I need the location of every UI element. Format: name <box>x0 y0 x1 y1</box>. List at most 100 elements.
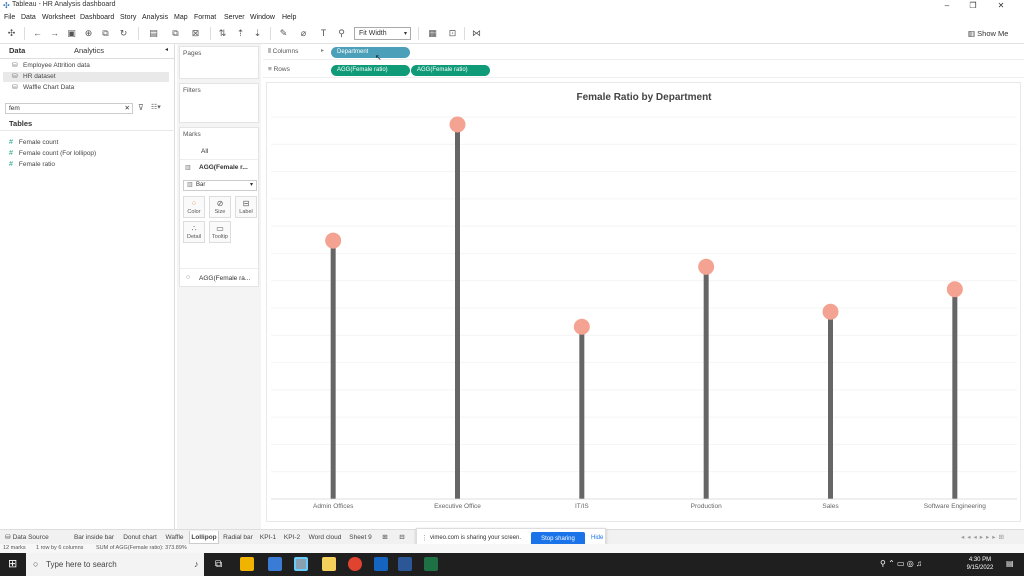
highlight-icon[interactable]: ✎ <box>278 28 289 39</box>
new-worksheet-tab-icon[interactable]: ⊞ <box>379 531 391 544</box>
columns-shelf[interactable]: ⦀ Columns ▸ Department ↖ <box>263 44 1024 62</box>
datasource-hr-dataset[interactable]: ⛁ HR dataset <box>3 72 169 82</box>
fit-select[interactable]: Fit Width ▾ <box>354 27 411 40</box>
tab-bar-inside-bar[interactable]: Bar inside bar <box>70 531 118 544</box>
detail-button[interactable]: ∴ Detail <box>183 221 205 243</box>
tab-data-source[interactable]: ⛁ Data Source <box>3 531 51 544</box>
tab-waffle[interactable]: Waffle <box>162 531 187 544</box>
department-pill[interactable]: Department <box>331 47 410 58</box>
field-female-count-lollipop[interactable]: # Female count (For lollipop) <box>9 150 96 157</box>
tab-lollipop[interactable]: Lollipop <box>189 531 219 544</box>
tab-sheet-9[interactable]: Sheet 9 <box>347 531 374 544</box>
chrome-icon[interactable] <box>348 557 362 571</box>
filter-icon[interactable]: ⊽ <box>138 103 144 112</box>
file-explorer-icon[interactable] <box>240 557 254 571</box>
task-view-icon[interactable]: ⧉ <box>215 558 222 571</box>
refresh-icon[interactable]: ↻ <box>118 28 129 39</box>
undo-icon[interactable]: ← <box>32 28 43 39</box>
presentation-mode-icon[interactable]: ⊡ <box>447 28 458 39</box>
label-button[interactable]: ⊟ Label <box>235 196 257 218</box>
windows-start-icon[interactable]: ⊞ <box>8 558 17 571</box>
lollipop-dot[interactable] <box>946 281 963 298</box>
lollipop-chart[interactable]: Female Ratio by Department Admin Offices… <box>267 83 1022 523</box>
agg-female-ratio-pill-2[interactable]: AGG(Female ratio) <box>411 65 490 76</box>
pages-card[interactable]: Pages <box>179 46 259 79</box>
duplicate-sheet-icon[interactable]: ⧉ <box>170 28 181 39</box>
tab-data[interactable]: Data <box>9 46 25 55</box>
menu-dashboard[interactable]: Dashboard <box>80 14 114 21</box>
mail-icon[interactable] <box>268 557 282 571</box>
field-search-input[interactable]: fem ✕ <box>5 103 133 114</box>
collapse-icon[interactable]: ◂ <box>165 46 168 53</box>
share-icon[interactable]: ⋈ <box>471 28 482 39</box>
swap-rows-columns-icon[interactable]: ⇅ <box>217 28 228 39</box>
tab-word-cloud[interactable]: Word cloud <box>305 531 345 544</box>
notifications-icon[interactable]: ▤ <box>1006 559 1014 568</box>
menu-worksheet[interactable]: Worksheet <box>42 14 75 21</box>
outlook-icon[interactable] <box>374 557 388 571</box>
field-female-ratio[interactable]: # Female ratio <box>9 161 55 168</box>
maximize-button[interactable]: ❐ <box>962 0 984 12</box>
save-icon[interactable]: ▣ <box>66 28 77 39</box>
new-worksheet-icon[interactable]: ▤ <box>148 28 159 39</box>
fix-axes-icon[interactable]: ⚲ <box>336 28 347 39</box>
menu-file[interactable]: File <box>4 14 15 21</box>
menu-server[interactable]: Server <box>224 14 245 21</box>
mark-type-select[interactable]: ▥ Bar ▾ <box>183 180 257 191</box>
lollipop-dot[interactable] <box>822 303 839 320</box>
tableau-taskbar-icon[interactable] <box>294 557 308 571</box>
tab-kpi-1[interactable]: KPI-1 <box>257 531 279 544</box>
lollipop-dot[interactable] <box>325 232 342 249</box>
size-button[interactable]: ⊘ Size <box>209 196 231 218</box>
microphone-icon[interactable]: ♪ <box>194 553 199 576</box>
excel-icon[interactable] <box>424 557 438 571</box>
close-button[interactable]: ✕ <box>990 0 1012 12</box>
group-members-icon[interactable]: ⌀ <box>298 28 309 39</box>
sort-descending-icon[interactable]: ⇣ <box>252 28 263 39</box>
field-female-count[interactable]: # Female count <box>9 139 58 146</box>
taskbar-search-input[interactable]: ○ Type here to search ♪ <box>26 553 204 576</box>
menu-help[interactable]: Help <box>282 14 296 21</box>
lollipop-dot[interactable] <box>449 116 466 133</box>
show-me-button[interactable]: ▥ Show Me <box>968 29 1008 38</box>
clear-sheet-icon[interactable]: ⊠ <box>190 28 201 39</box>
tab-kpi-2[interactable]: KPI-2 <box>281 531 303 544</box>
tableau-home-icon[interactable]: ✣ <box>6 28 17 39</box>
tab-donut-chart[interactable]: Donut chart <box>120 531 160 544</box>
color-button[interactable]: ⁘ Color <box>183 196 205 218</box>
lollipop-dot[interactable] <box>573 318 590 335</box>
agg-female-ratio-pill-1[interactable]: AGG(Female ratio) <box>331 65 410 76</box>
system-tray-icons[interactable]: ⚲ ⌃ ▭ ◎ ♫ <box>880 559 922 568</box>
word-icon[interactable] <box>398 557 412 571</box>
show-cards-icon[interactable]: ▦ <box>427 28 438 39</box>
show-labels-icon[interactable]: T <box>318 28 329 39</box>
clear-search-icon[interactable]: ✕ <box>125 104 130 113</box>
menu-analysis[interactable]: Analysis <box>142 14 168 21</box>
new-dashboard-tab-icon[interactable]: ⊟ <box>396 531 408 544</box>
new-datasource-icon[interactable]: ⊕ <box>83 28 94 39</box>
tab-navigation-icons[interactable]: ◂◂◂▸▸▸⊞ <box>954 531 1014 544</box>
minimize-button[interactable]: – <box>936 0 958 12</box>
hide-button[interactable]: Hide <box>591 535 603 541</box>
lollipop-dot[interactable] <box>698 258 715 275</box>
drag-handle-icon[interactable]: ⋮ <box>421 534 428 542</box>
view-options-icon[interactable]: ☷▾ <box>151 103 161 111</box>
tooltip-button[interactable]: ▭ Tooltip <box>209 221 231 243</box>
menu-story[interactable]: Story <box>120 14 136 21</box>
datasource-employee-attrition[interactable]: ⛁ Employee Attrition data <box>3 61 169 71</box>
sort-ascending-icon[interactable]: ⇡ <box>235 28 246 39</box>
marks-all[interactable]: All <box>201 148 208 155</box>
menu-window[interactable]: Window <box>250 14 275 21</box>
menu-map[interactable]: Map <box>174 14 188 21</box>
rows-shelf[interactable]: ≡ Rows AGG(Female ratio) AGG(Female rati… <box>263 62 1024 78</box>
pause-updates-icon[interactable]: ⧉ <box>100 28 111 39</box>
tab-analytics[interactable]: Analytics <box>74 46 104 55</box>
menu-data[interactable]: Data <box>21 14 36 21</box>
marks-agg-female-ratio-1[interactable]: AGG(Female r... <box>199 164 248 171</box>
menu-format[interactable]: Format <box>194 14 216 21</box>
filters-card[interactable]: Filters <box>179 83 259 123</box>
notes-icon[interactable] <box>322 557 336 571</box>
taskbar-clock[interactable]: 4:30 PM 9/15/2022 <box>960 556 1000 572</box>
redo-icon[interactable]: → <box>49 28 60 39</box>
tab-radial-bar[interactable]: Radial bar <box>221 531 255 544</box>
